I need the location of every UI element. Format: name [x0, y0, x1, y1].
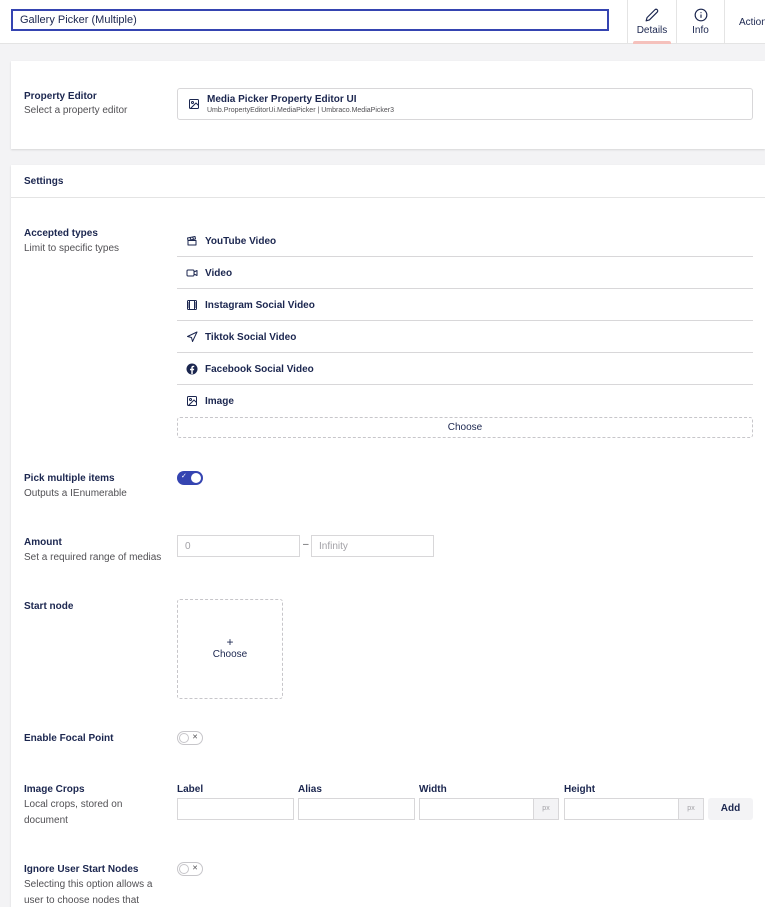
- accepted-type-name: YouTube Video: [205, 236, 277, 247]
- crop-alias-header: Alias: [298, 784, 322, 795]
- tab-actions-label: Actions: [739, 16, 765, 28]
- plus-icon: +: [226, 635, 234, 649]
- pencil-icon: [645, 8, 659, 22]
- start-node-label: Start node: [24, 601, 74, 612]
- accepted-type-name: Tiktok Social Video: [205, 332, 297, 343]
- property-editor-alias: Umb.PropertyEditorUi.MediaPicker | Umbra…: [207, 107, 394, 114]
- amount-separator: –: [303, 539, 309, 550]
- property-editor-description: Select a property editor: [24, 105, 128, 116]
- image-icon: [187, 396, 197, 406]
- ignore-start-nodes-label: Ignore User Start Nodes: [24, 864, 139, 875]
- start-node-choose-button[interactable]: + Choose: [177, 599, 283, 699]
- accepted-type-item[interactable]: Tiktok Social Video: [177, 321, 753, 353]
- property-editor-card[interactable]: Media Picker Property Editor UI Umb.Prop…: [177, 88, 753, 120]
- tab-actions[interactable]: Actions: [724, 0, 765, 44]
- cross-icon: ✕: [192, 734, 198, 741]
- accepted-type-item[interactable]: Instagram Social Video: [177, 289, 753, 321]
- crop-alias-input[interactable]: [298, 798, 415, 820]
- tab-info-label: Info: [692, 25, 709, 36]
- crop-width-unit: px: [534, 798, 559, 820]
- crop-width-header: Width: [419, 784, 447, 795]
- info-icon: [694, 8, 707, 22]
- property-editor-label: Property Editor: [24, 91, 97, 102]
- crop-label-header: Label: [177, 784, 204, 795]
- film-icon: [187, 300, 197, 310]
- name-input[interactable]: [11, 9, 609, 31]
- accepted-type-item[interactable]: YouTube Video: [177, 225, 753, 257]
- image-crops-label: Image Crops: [24, 784, 85, 795]
- settings-title: Settings: [24, 176, 64, 187]
- amount-max-input[interactable]: [311, 535, 434, 557]
- accepted-types-list: YouTube Video Video Instagram Social Vid…: [177, 225, 753, 417]
- amount-min-input[interactable]: [177, 535, 300, 557]
- header-bar: Details Info Actions: [0, 0, 765, 44]
- accepted-type-name: Facebook Social Video: [205, 364, 314, 375]
- focal-point-label: Enable Focal Point: [24, 733, 114, 744]
- cross-icon: ✕: [192, 865, 198, 872]
- settings-header: Settings: [11, 165, 765, 198]
- focal-point-toggle[interactable]: ✕: [177, 731, 203, 745]
- settings-box: Settings Accepted types Limit to specifi…: [11, 165, 765, 907]
- image-crops-description: Local crops, stored on document: [24, 799, 123, 826]
- facebook-icon: [186, 363, 198, 375]
- ignore-start-nodes-toggle[interactable]: ✕: [177, 862, 203, 876]
- pick-multiple-label: Pick multiple items: [24, 473, 115, 484]
- choose-accepted-types-button[interactable]: Choose: [177, 417, 753, 438]
- send-icon: [187, 331, 198, 342]
- accepted-type-name: Instagram Social Video: [205, 300, 315, 311]
- video-camera-icon: [186, 269, 198, 277]
- accepted-type-name: Video: [205, 268, 233, 279]
- add-crop-button[interactable]: Add: [708, 798, 753, 820]
- view-tabs: Details Info Actions: [627, 0, 765, 44]
- accepted-types-description: Limit to specific types: [24, 243, 120, 254]
- pick-multiple-toggle[interactable]: ✓: [177, 471, 203, 485]
- accepted-type-item[interactable]: Video: [177, 257, 753, 289]
- clapperboard-icon: [187, 236, 197, 246]
- crop-height-input[interactable]: [564, 798, 679, 820]
- crop-height-header: Height: [564, 784, 596, 795]
- accepted-type-item[interactable]: Image: [177, 385, 753, 417]
- toggle-knob: [179, 864, 189, 874]
- property-editor-name: Media Picker Property Editor UI: [207, 94, 357, 105]
- amount-description: Set a required range of medias: [24, 552, 162, 563]
- accepted-types-label: Accepted types: [24, 228, 98, 239]
- crop-width-input[interactable]: [419, 798, 534, 820]
- accepted-type-item[interactable]: Facebook Social Video: [177, 353, 753, 385]
- property-editor-box: Property Editor Select a property editor…: [11, 61, 765, 149]
- pick-multiple-description: Outputs a IEnumerable: [24, 488, 127, 499]
- amount-label: Amount: [24, 537, 62, 548]
- accepted-type-name: Image: [205, 396, 234, 407]
- toggle-knob: [191, 473, 201, 483]
- start-node-choose-label: Choose: [212, 649, 248, 660]
- tab-info[interactable]: Info: [676, 0, 724, 44]
- toggle-knob: [179, 733, 189, 743]
- tab-details-label: Details: [636, 25, 668, 36]
- ignore-start-nodes-description: Selecting this option allows a user to c…: [24, 879, 153, 906]
- crop-height-unit: px: [679, 798, 704, 820]
- crop-label-input[interactable]: [177, 798, 294, 820]
- tab-details[interactable]: Details: [627, 0, 676, 44]
- check-icon: ✓: [181, 473, 187, 480]
- image-icon: [189, 99, 199, 109]
